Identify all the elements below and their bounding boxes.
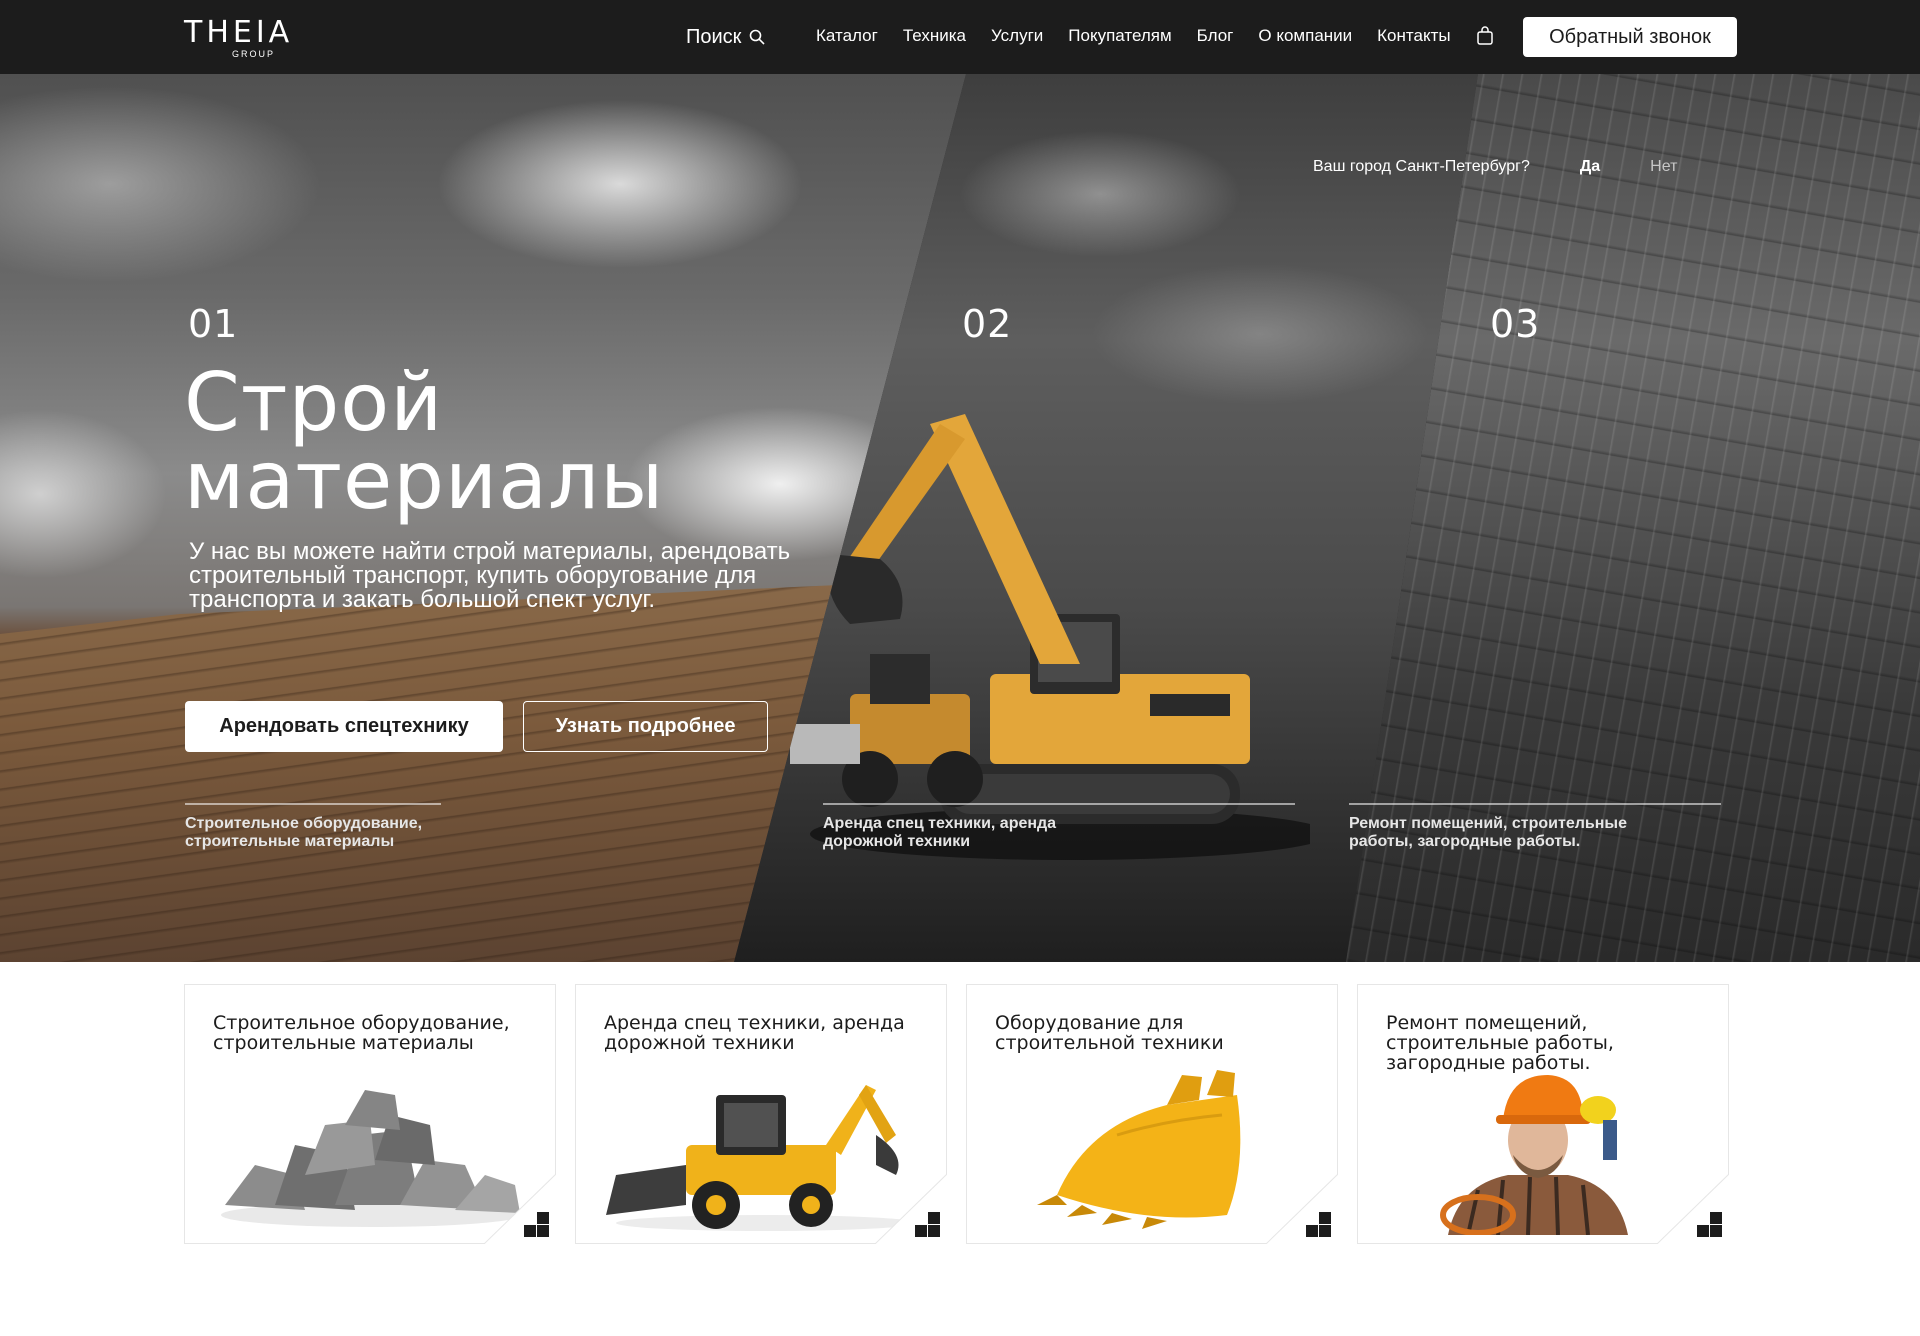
card-title: Ремонт помещений, строительные работы, з… — [1386, 1012, 1614, 1074]
card-materials[interactable]: Строительное оборудование, строительные … — [184, 984, 556, 1244]
card-machinery-rental[interactable]: Аренда спец техники, аренда дорожной тех… — [575, 984, 947, 1244]
card-title: Оборудование для строительной техники — [995, 1012, 1224, 1054]
cart-icon[interactable] — [1476, 26, 1494, 46]
slide-number-1[interactable]: 01 — [188, 302, 238, 346]
slide-number-3[interactable]: 03 — [1490, 302, 1540, 346]
caption-divider-2 — [823, 803, 1295, 805]
nav-item-contacts[interactable]: Контакты — [1377, 26, 1450, 46]
search-button[interactable]: Поиск — [686, 24, 765, 50]
logo[interactable]: THEIA GROUP — [184, 15, 332, 60]
nav-item-machinery[interactable]: Техника — [903, 26, 966, 46]
main-nav: Каталог Техника Услуги Покупателям Блог … — [816, 26, 1451, 46]
hero-caption-1[interactable]: Строительное оборудование, строительные … — [185, 815, 485, 851]
nav-item-services[interactable]: Услуги — [991, 26, 1043, 46]
rent-machinery-button[interactable]: Арендовать спецтехнику — [185, 701, 503, 752]
corner-squares-icon — [524, 1212, 549, 1237]
nav-item-blog[interactable]: Блог — [1197, 26, 1234, 46]
callback-button[interactable]: Обратный звонок — [1523, 17, 1737, 57]
hero-section: Ваш город Санкт-Петербург? Да Нет 01 02 … — [0, 74, 1920, 962]
city-confirm: Ваш город Санкт-Петербург? Да Нет — [1313, 158, 1677, 176]
stones-image — [221, 1090, 521, 1227]
backhoe-loader-image — [606, 1085, 916, 1231]
category-cards: Строительное оборудование, строительные … — [184, 984, 1730, 1245]
card-repair[interactable]: Ремонт помещений, строительные работы, з… — [1357, 984, 1729, 1244]
excavator-bucket-image — [1037, 1070, 1241, 1229]
city-question: Ваш город Санкт-Петербург? — [1313, 158, 1530, 175]
slide-number-2[interactable]: 02 — [962, 302, 1012, 346]
card-title: Строительное оборудование, строительные … — [213, 1012, 510, 1054]
site-header: THEIA GROUP Поиск Каталог Техника Услуги… — [0, 0, 1920, 74]
nav-item-about[interactable]: О компании — [1258, 26, 1352, 46]
card-equipment[interactable]: Оборудование для строительной техники — [966, 984, 1338, 1244]
worker-image — [1440, 1075, 1628, 1235]
hero-title-line1: Строй — [184, 356, 444, 449]
nav-item-catalog[interactable]: Каталог — [816, 26, 878, 46]
caption-divider-3 — [1349, 803, 1721, 805]
corner-squares-icon — [915, 1212, 940, 1237]
nav-item-buyers[interactable]: Покупателям — [1068, 26, 1171, 46]
corner-squares-icon — [1697, 1212, 1722, 1237]
caption-divider-1 — [185, 803, 441, 805]
corner-squares-icon — [1306, 1212, 1331, 1237]
search-icon — [750, 29, 765, 45]
hero-title: Строй материалы — [184, 356, 884, 527]
logo-subtext: GROUP — [232, 49, 276, 59]
card-title: Аренда спец техники, аренда дорожной тех… — [604, 1012, 905, 1054]
logo-text: THEIA — [184, 15, 294, 50]
search-label: Поиск — [686, 25, 742, 48]
learn-more-button[interactable]: Узнать подробнее — [523, 701, 768, 752]
hero-description: У нас вы можете найти строй материалы, а… — [189, 538, 791, 613]
city-no-button[interactable]: Нет — [1650, 158, 1677, 176]
hero-title-line2: материалы — [184, 434, 665, 527]
city-yes-button[interactable]: Да — [1580, 158, 1600, 176]
hero-caption-2[interactable]: Аренда спец техники, аренда дорожной тех… — [823, 815, 1123, 851]
hero-caption-3[interactable]: Ремонт помещений, строительные работы, з… — [1349, 815, 1649, 851]
